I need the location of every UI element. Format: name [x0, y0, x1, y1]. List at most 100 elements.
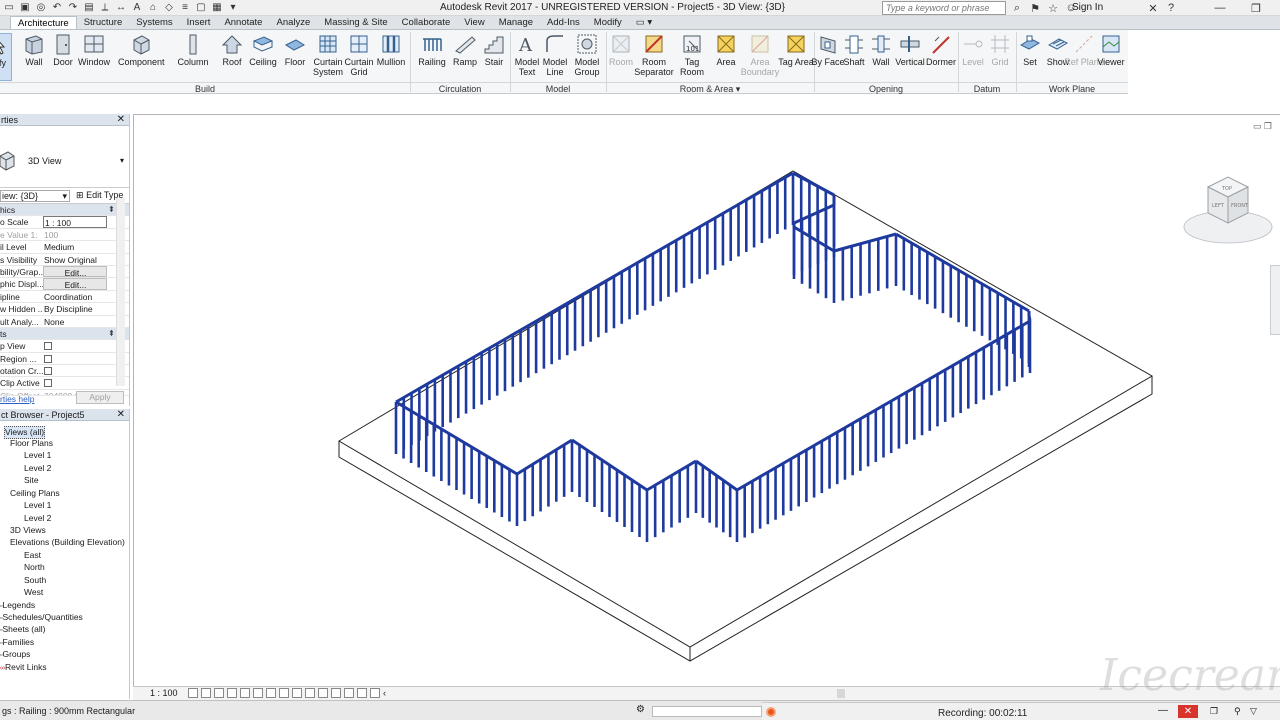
restore-icon[interactable]: ❐	[1236, 0, 1276, 16]
component-button[interactable]: Component	[118, 33, 165, 67]
customize-qat-icon[interactable]: ▾	[226, 1, 240, 14]
tree-floor-level-2[interactable]: Level 2	[24, 463, 51, 474]
area-boundary-button[interactable]: Area Boundary	[740, 33, 780, 77]
minimize-icon[interactable]: —	[1158, 705, 1168, 716]
tab-collaborate[interactable]: Collaborate	[395, 16, 458, 29]
sync-icon[interactable]: ◎	[34, 1, 48, 14]
viewer-button[interactable]: Viewer	[1091, 33, 1131, 67]
show-hidden-lines-value[interactable]: By Discipline	[43, 303, 107, 314]
type-selector[interactable]: 3D View ▾	[0, 126, 129, 188]
annotation-crop-checkbox[interactable]	[43, 365, 107, 376]
window-button[interactable]: Window	[74, 33, 114, 67]
checkbox[interactable]	[44, 379, 52, 388]
restore-icon[interactable]: ❐	[1210, 706, 1218, 717]
crop-view-icon[interactable]	[253, 688, 263, 698]
print-icon[interactable]: ▤	[82, 1, 96, 14]
apply-button[interactable]: Apply	[76, 391, 124, 404]
3d-view-canvas[interactable]: ▭ ❐ TOP LEFT FRONT	[133, 114, 1280, 686]
room-area-group-label[interactable]: Room & Area ▾	[606, 82, 814, 94]
detail-level-value[interactable]: Medium	[43, 241, 107, 252]
visual-style-icon[interactable]	[201, 688, 211, 698]
column-button[interactable]: Column	[173, 33, 213, 67]
model-view[interactable]: TOP LEFT FRONT	[134, 115, 1280, 686]
tree-ceiling-level-1[interactable]: Level 1	[24, 500, 51, 511]
search-input[interactable]: Type a keyword or phrase	[882, 1, 1006, 15]
worksharing-display-icon[interactable]	[318, 688, 328, 698]
undo-icon[interactable]: ↶	[50, 1, 64, 14]
analytical-model-icon[interactable]	[344, 688, 354, 698]
close-hidden-windows-icon[interactable]: ▢	[194, 1, 208, 14]
view-scale-button[interactable]: 1 : 100	[150, 688, 178, 698]
checkbox[interactable]	[44, 367, 52, 376]
tree-site[interactable]: Site	[24, 475, 39, 486]
subscription-icon[interactable]: ⚑	[1028, 1, 1042, 15]
help-icon[interactable]: ?	[1164, 1, 1178, 15]
tree-elevation-south[interactable]: South	[24, 575, 46, 586]
redo-icon[interactable]: ↷	[66, 1, 80, 14]
tree-ceiling-level-2[interactable]: Level 2	[24, 513, 51, 524]
sign-in-button[interactable]: Sign In	[1072, 2, 1103, 13]
tab-modify[interactable]: Modify	[587, 16, 629, 29]
sun-path-icon[interactable]	[214, 688, 224, 698]
reveal-hidden-icon[interactable]	[305, 688, 315, 698]
highlight-displacement-icon[interactable]	[357, 688, 367, 698]
tree-elevation-east[interactable]: East	[24, 550, 41, 561]
shadows-icon[interactable]	[227, 688, 237, 698]
properties-help-link[interactable]: rties help	[0, 394, 35, 404]
aligned-dimension-icon[interactable]: ↔	[114, 1, 128, 14]
close-icon[interactable]: ✕	[1178, 705, 1198, 718]
tab-add-ins[interactable]: Add-Ins	[540, 16, 587, 29]
tree-elevation-west[interactable]: West	[24, 587, 43, 598]
temporary-hide-icon[interactable]	[292, 688, 302, 698]
section-extents[interactable]: ts ⇞	[0, 327, 129, 341]
tree-3d-views[interactable]: 3D Views	[10, 525, 46, 536]
tree-groups[interactable]: ▫Groups	[0, 649, 30, 661]
binoculars-icon[interactable]: ⌕	[1010, 1, 1024, 15]
tree-elevation-north[interactable]: North	[24, 562, 45, 573]
navigation-bar[interactable]	[1270, 265, 1280, 335]
parts-visibility-value[interactable]: Show Original	[43, 254, 107, 265]
room-separator-button[interactable]: Room Separator	[634, 33, 674, 77]
tab-analyze[interactable]: Analyze	[269, 16, 317, 29]
tree-floor-plans[interactable]: Floor Plans	[10, 438, 53, 449]
instance-filter-select[interactable]: iew: {3D} ▾	[0, 190, 70, 202]
rendering-icon[interactable]	[240, 688, 250, 698]
switch-windows-icon[interactable]: ▦	[210, 1, 224, 14]
railings[interactable]	[394, 171, 1032, 542]
constraints-icon[interactable]	[370, 688, 380, 698]
record-icon[interactable]	[766, 707, 776, 717]
tab-architecture[interactable]: Architecture	[10, 16, 77, 29]
checkbox[interactable]	[44, 342, 52, 351]
tab-view[interactable]: View	[457, 16, 491, 29]
text-icon[interactable]: A	[130, 1, 144, 14]
tree-legends[interactable]: ▫Legends	[0, 600, 35, 612]
tree-families[interactable]: ▫Families	[0, 637, 34, 649]
ribbon-toggle-icon[interactable]: ▭ ▾	[629, 16, 659, 29]
tree-schedules[interactable]: ▫Schedules/Quantities	[0, 612, 83, 624]
view-scale-input[interactable]: 1 : 100	[43, 216, 107, 228]
tree-ceiling-plans[interactable]: Ceiling Plans	[10, 488, 60, 499]
detail-level-icon[interactable]	[188, 688, 198, 698]
default-3d-view-icon[interactable]: ⌂	[146, 1, 160, 14]
close-icon[interactable]: ✕	[117, 409, 125, 421]
thin-lines-icon[interactable]: ≡	[178, 1, 192, 14]
selection-link-icon[interactable]: ⚲	[1234, 706, 1241, 717]
tree-sheets[interactable]: ▫Sheets (all)	[0, 624, 45, 636]
modify-button[interactable]: dify	[0, 33, 12, 81]
worksets-icon[interactable]: ⚙	[636, 704, 645, 715]
temporary-view-properties-icon[interactable]	[331, 688, 341, 698]
properties-scrollbar[interactable]	[116, 198, 125, 386]
crop-region-checkbox[interactable]	[43, 353, 107, 364]
crop-view-checkbox[interactable]	[43, 340, 107, 351]
horizontal-scrollbar[interactable]	[837, 689, 845, 698]
tree-elevations[interactable]: Elevations (Building Elevation)	[10, 537, 125, 548]
graphic-display-edit-button[interactable]: Edit...	[43, 278, 107, 290]
tab-systems[interactable]: Systems	[129, 16, 179, 29]
minimize-icon[interactable]: —	[1200, 0, 1240, 16]
close-icon[interactable]: ✕	[117, 114, 125, 126]
tab-annotate[interactable]: Annotate	[217, 16, 269, 29]
section-icon[interactable]: ◇	[162, 1, 176, 14]
discipline-value[interactable]: Coordination	[43, 291, 107, 302]
lock-view-icon[interactable]	[279, 688, 289, 698]
tree-revit-links[interactable]: ∞Revit Links	[0, 662, 47, 674]
